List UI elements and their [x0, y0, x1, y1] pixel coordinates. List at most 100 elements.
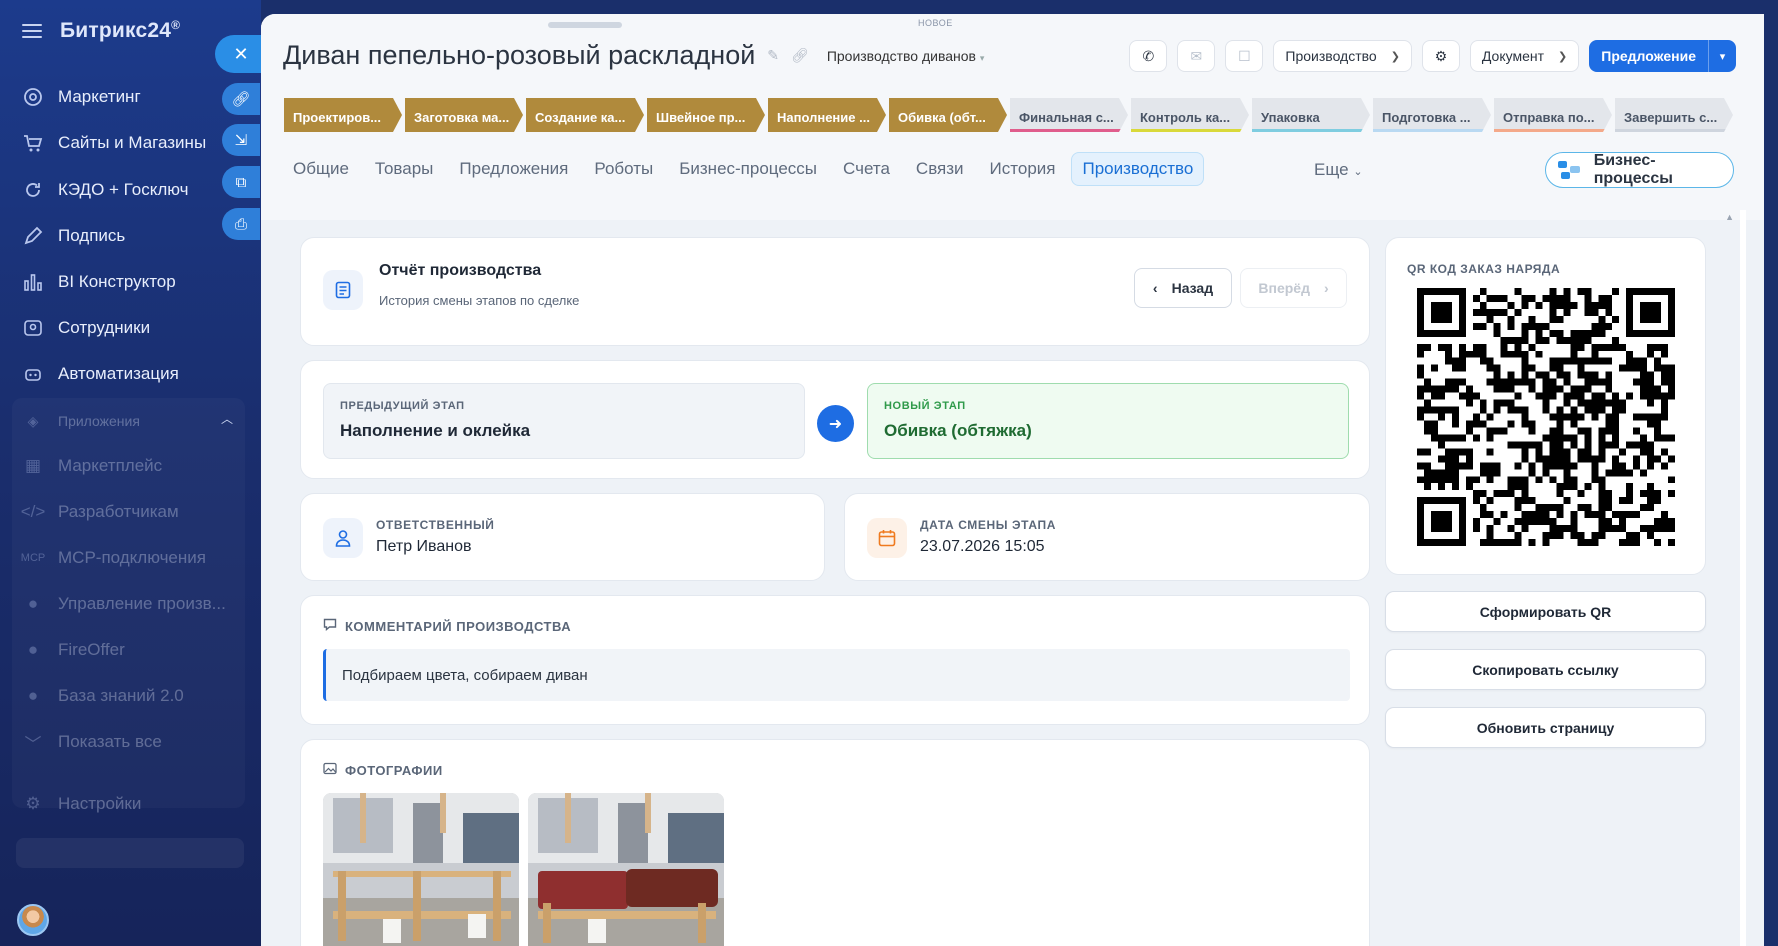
sidebar-item-mcp[interactable]: MCP MCP-подключения: [20, 543, 206, 573]
back-button[interactable]: ‹ Назад: [1134, 268, 1232, 308]
stage-4[interactable]: Наполнение ...: [768, 98, 886, 132]
refresh-page-button[interactable]: Обновить страницу: [1385, 707, 1706, 748]
comment-caption: КОММЕНТАРИЙ ПРОИЗВОДСТВА: [345, 618, 572, 634]
stage-label: Наполнение ...: [777, 110, 870, 125]
menu-icon[interactable]: [22, 23, 42, 38]
sidebar-item-kedo[interactable]: КЭДО + Госключ: [22, 175, 188, 205]
sidebar-item-bi[interactable]: BI Конструктор: [22, 267, 176, 297]
stage-8[interactable]: Упаковка: [1252, 98, 1370, 132]
link-icon[interactable]: 🔗︎: [791, 47, 809, 64]
stage-7[interactable]: Контроль ка...: [1131, 98, 1249, 132]
tab-7[interactable]: История: [980, 153, 1066, 185]
logo[interactable]: Битрикс24®: [60, 18, 180, 43]
sidebar-item-show-all[interactable]: ﹀ Показать все: [22, 727, 162, 757]
stage-5[interactable]: Обивка (обт...: [889, 98, 1007, 132]
comment-card: КОММЕНТАРИЙ ПРОИЗВОДСТВА Подбираем цвета…: [300, 595, 1370, 725]
scroll-up-arrow[interactable]: ▲: [1725, 212, 1734, 222]
tab-6[interactable]: Связи: [906, 153, 974, 185]
tab-4[interactable]: Бизнес-процессы: [669, 153, 827, 185]
edit-icon[interactable]: ✎: [767, 47, 779, 64]
app-icon: ●: [27, 594, 39, 613]
sidebar-footer-button[interactable]: [16, 838, 244, 868]
chevron-down-icon[interactable]: ▾: [1708, 40, 1736, 72]
minimize-button[interactable]: ⇲: [222, 124, 260, 156]
sidebar-item-sites[interactable]: Сайты и Магазины: [22, 128, 206, 158]
scrollbar[interactable]: [1740, 210, 1746, 946]
tab-1[interactable]: Товары: [365, 153, 443, 185]
sidebar-item-label: Сотрудники: [58, 318, 151, 337]
stage-3[interactable]: Швейное пр...: [647, 98, 765, 132]
sidebar-item-label: FireOffer: [58, 640, 125, 659]
tab-2[interactable]: Предложения: [449, 153, 578, 185]
sidebar-item-marketing[interactable]: Маркетинг: [22, 82, 141, 112]
open-new-window-button[interactable]: ⧉: [222, 166, 260, 198]
stage-11[interactable]: Завершить с...: [1615, 98, 1733, 132]
production-dropdown[interactable]: Производство ❯: [1273, 40, 1412, 72]
tab-5[interactable]: Счета: [833, 153, 900, 185]
business-process-button[interactable]: Бизнес-процессы: [1545, 152, 1734, 188]
settings-button[interactable]: ⚙: [1421, 40, 1460, 72]
stage-label: Проектиров...: [293, 110, 382, 125]
copy-link-button[interactable]: 🔗︎: [222, 83, 260, 115]
sidebar-item-knowledge[interactable]: ● База знаний 2.0: [22, 681, 184, 711]
stage-9[interactable]: Подготовка ...: [1373, 98, 1491, 132]
stage-transition-card: ПРЕДЫДУЩИЙ ЭТАП Наполнение и оклейка ➜ Н…: [300, 360, 1370, 479]
print-button[interactable]: ⎙: [222, 208, 260, 240]
comment-icon: [323, 618, 337, 634]
deal-card-panel: НОВОЕ Диван пепельно-розовый раскладной …: [261, 14, 1764, 946]
sidebar-item-automation[interactable]: Автоматизация: [22, 359, 179, 389]
chat-button[interactable]: ☐: [1225, 40, 1264, 72]
photos-card: ФОТОГРАФИИ: [300, 739, 1370, 946]
phone-button[interactable]: ✆: [1129, 40, 1168, 72]
tab-3[interactable]: Роботы: [584, 153, 663, 185]
stage-2[interactable]: Создание ка...: [526, 98, 644, 132]
stage-10[interactable]: Отправка по...: [1494, 98, 1612, 132]
sidebar-item-marketplace[interactable]: ▦ Маркетплейс: [22, 451, 162, 481]
qr-code[interactable]: [1417, 288, 1675, 546]
close-slider-button[interactable]: ✕: [215, 35, 267, 73]
code-icon: </>: [20, 502, 46, 521]
report-heading: Отчёт производства История смены этапов …: [379, 262, 579, 308]
minimize-icon: ⇲: [234, 132, 248, 149]
tab-8[interactable]: Производство: [1071, 152, 1205, 186]
report-icon: [323, 270, 363, 310]
sidebar-item-developers[interactable]: </> Разработчикам: [20, 497, 179, 527]
close-icon: ✕: [233, 43, 249, 64]
responsible-value[interactable]: Петр Иванов: [376, 538, 495, 556]
chevron-up-icon[interactable]: ︿: [221, 410, 233, 427]
offer-button[interactable]: Предложение ▾: [1589, 40, 1736, 72]
sidebar-item-fireoffer[interactable]: ● FireOffer: [22, 635, 125, 665]
deal-title[interactable]: Диван пепельно-розовый раскладной: [283, 40, 755, 71]
tab-0[interactable]: Общие: [283, 153, 359, 185]
pipeline-selector[interactable]: Производство диванов ▾: [827, 48, 985, 64]
forward-button[interactable]: Вперёд ›: [1240, 268, 1347, 308]
copy-link-label: Скопировать ссылку: [1472, 661, 1619, 678]
copy-link-button[interactable]: Скопировать ссылку: [1385, 649, 1706, 690]
stage-0[interactable]: Проектиров...: [284, 98, 402, 132]
generate-qr-button[interactable]: Сформировать QR: [1385, 591, 1706, 632]
avatar[interactable]: [17, 904, 49, 936]
dropdown-label: Документ: [1481, 48, 1545, 64]
stage-1[interactable]: Заготовка ма...: [405, 98, 523, 132]
stage-6[interactable]: Финальная с...: [1010, 98, 1128, 132]
sidebar-item-employees[interactable]: Сотрудники: [22, 313, 150, 343]
sidebar-item-label: Показать все: [58, 732, 162, 751]
production-photo[interactable]: [323, 793, 519, 946]
mcp-icon: MCP: [20, 552, 46, 564]
chevron-down-icon: ⌄: [1353, 166, 1363, 178]
sidebar-item-label: Подпись: [58, 226, 126, 245]
sidebar-item-label: Автоматизация: [58, 364, 179, 383]
sidebar-group-apps[interactable]: ◈ Приложения: [22, 406, 140, 436]
stage-color-bar: [1373, 129, 1491, 132]
report-title: Отчёт производства: [379, 262, 542, 279]
sidebar-item-production[interactable]: ● Управление произв...: [22, 589, 226, 619]
email-button[interactable]: ✉: [1177, 40, 1216, 72]
change-date-caption: ДАТА СМЕНЫ ЭТАПА: [920, 518, 1056, 532]
tabs-more-button[interactable]: Еще ⌄: [1314, 160, 1363, 180]
sidebar-item-sign[interactable]: Подпись: [22, 221, 125, 251]
report-subtitle: История смены этапов по сделке: [379, 293, 580, 308]
document-dropdown[interactable]: Документ ❯: [1469, 40, 1580, 72]
sidebar-item-settings[interactable]: ⚙ Настройки: [22, 789, 141, 819]
production-photo[interactable]: [528, 793, 724, 946]
app-icon: ●: [27, 686, 39, 705]
